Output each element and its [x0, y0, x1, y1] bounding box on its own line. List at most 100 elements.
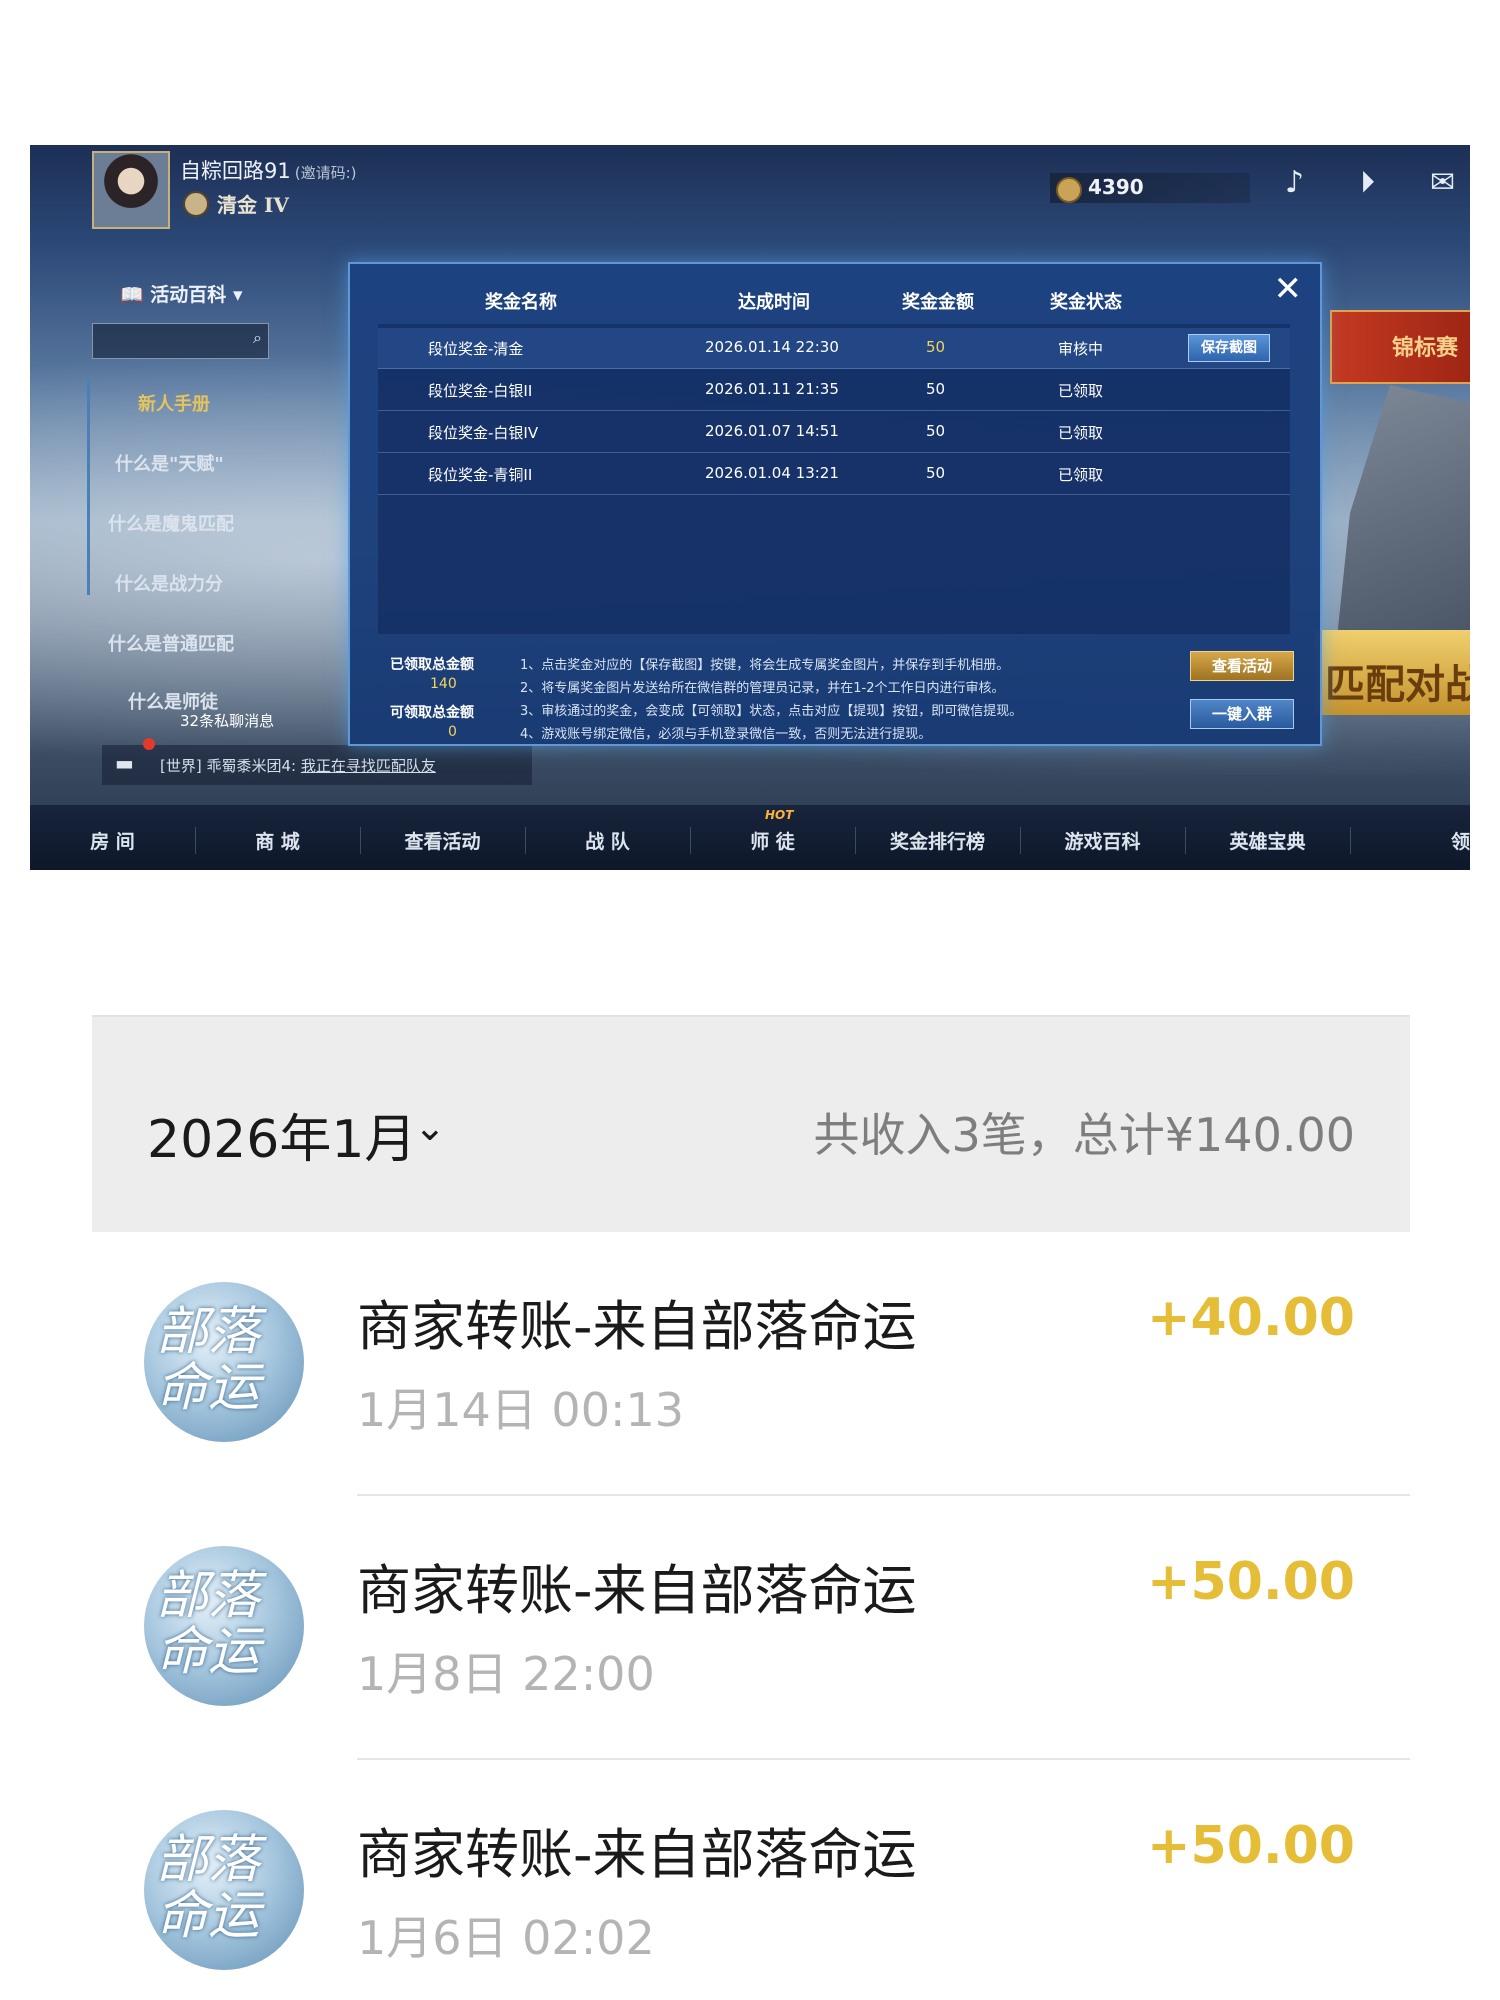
reward-time: 2026.01.11 21:35: [705, 380, 839, 398]
instruction-note: 1、点击奖金对应的【保存截图】按键，将会生成专属奖金图片，并保存到手机相册。: [520, 658, 1010, 673]
instruction-note: 3、审核通过的奖金，会变成【可领取】状态，点击对应【提现】按钮，即可微信提现。: [520, 704, 1023, 719]
mail-icon[interactable]: ✉: [1430, 165, 1455, 200]
transaction-time: 1月14日 00:13: [357, 1383, 684, 1437]
sidebar-title[interactable]: 📖 活动百科 ▾: [120, 280, 242, 307]
reward-name: 段位奖金-白银IV: [428, 424, 539, 442]
match-banner-text: 匹配对战: [1325, 661, 1470, 708]
nav-shop[interactable]: 商 城: [195, 827, 361, 854]
merchant-logo-text: 部落命运: [156, 1830, 261, 1946]
triangle-down-icon: ▾: [232, 284, 243, 306]
transaction-amount: +50.00: [1146, 1816, 1355, 1876]
bottom-nav: HOT 房 间 商 城 查看活动 战 队 师 徒 奖金排行榜 游戏百科 英雄宝典…: [30, 805, 1470, 870]
sidebar-item-newbie[interactable]: 新人手册: [138, 390, 210, 416]
nav-bonus-ranking[interactable]: 奖金排行榜: [855, 827, 1021, 854]
month-summary-header: 2026年1月 ⌄ 共收入3笔，总计¥140.00: [92, 1015, 1410, 1232]
list-item[interactable]: 部落命运 商家转账-来自部落命运 1月8日 22:00 +50.00: [92, 1496, 1410, 1760]
book-icon: 📖: [120, 284, 144, 306]
sidebar-search-input[interactable]: ⌕: [92, 323, 269, 359]
broadcast-icon[interactable]: ♪: [1285, 165, 1304, 200]
coin-count: 4390: [1088, 175, 1144, 199]
list-item[interactable]: 部落命运 商家转账-来自部落命运 1月6日 02:02 +50.00: [92, 1760, 1410, 2000]
reward-dialog: ✕ 奖金名称 达成时间 奖金金额 奖金状态 段位奖金-清金 2026.01.14…: [348, 262, 1322, 746]
reward-name: 段位奖金-清金: [428, 340, 524, 358]
sidebar-item-talent[interactable]: 什么是"天赋": [115, 450, 224, 476]
reward-amount: 50: [926, 380, 946, 398]
merchant-logo-text: 部落命运: [156, 1566, 261, 1682]
search-icon: ⌕: [253, 328, 262, 347]
nav-mentor[interactable]: 师 徒: [690, 827, 856, 854]
invite-code-label: (邀请码:): [294, 164, 357, 182]
reward-status: 已领取: [1058, 424, 1104, 442]
nav-room[interactable]: 房 间: [30, 827, 196, 854]
sidebar-title-text: 活动百科: [150, 284, 227, 306]
reward-time: 2026.01.07 14:51: [705, 422, 839, 440]
transaction-time: 1月8日 22:00: [357, 1647, 655, 1701]
nav-hero-guide[interactable]: 英雄宝典: [1185, 827, 1351, 854]
sidebar-item-devil-match[interactable]: 什么是魔鬼匹配: [108, 510, 234, 536]
rank-icon: [183, 191, 209, 217]
table-row: 段位奖金-青铜II 2026.01.04 13:21 50 已领取: [378, 454, 1290, 495]
sidebar-scroll-indicator: [87, 380, 90, 595]
table-row: 段位奖金-清金 2026.01.14 22:30 50 审核中 保存截图: [378, 328, 1290, 369]
reward-status: 已领取: [1058, 466, 1104, 484]
transaction-time: 1月6日 02:02: [357, 1911, 655, 1965]
claimed-total-value: 140: [430, 676, 457, 692]
merchant-logo: 部落命运: [144, 1546, 304, 1706]
claimable-total-value: 0: [448, 724, 457, 740]
tournament-banner-text: 锦标赛: [1392, 336, 1459, 361]
play-icon[interactable]: ⏵: [1360, 165, 1375, 200]
rank-label: 清金 IV: [217, 193, 289, 217]
header-reward-status: 奖金状态: [1050, 292, 1122, 313]
month-selector[interactable]: 2026年1月: [147, 1097, 416, 1172]
close-icon[interactable]: ✕: [1274, 272, 1303, 306]
private-message-count[interactable]: 32条私聊消息: [180, 710, 274, 731]
header-reward-name: 奖金名称: [485, 292, 557, 313]
merchant-logo: 部落命运: [144, 1810, 304, 1970]
view-activity-button[interactable]: 查看活动: [1190, 651, 1294, 681]
transaction-title: 商家转账-来自部落命运: [357, 1295, 917, 1358]
nav-view-activity[interactable]: 查看活动: [360, 827, 526, 854]
hot-badge: HOT: [765, 808, 794, 822]
coin-icon: [1056, 177, 1082, 203]
game-screenshot: 自粽回路91 (邀请码:) 清金 IV 4390 ♪ ⏵ ✉ 📖 活动百科 ▾ ⌕…: [30, 145, 1470, 870]
reward-time: 2026.01.14 22:30: [705, 338, 839, 356]
merchant-logo: 部落命运: [144, 1282, 304, 1442]
notification-dot: [143, 738, 155, 750]
header-achieved-time: 达成时间: [738, 292, 810, 313]
reward-amount: 50: [926, 422, 946, 440]
nav-team[interactable]: 战 队: [525, 827, 691, 854]
chat-text: 我正在寻找匹配队友: [300, 757, 436, 775]
chat-sender: [世界] 乖蜀黍米团4:: [160, 757, 297, 775]
income-summary: 共收入3笔，总计¥140.00: [813, 1108, 1356, 1162]
nav-game-wiki[interactable]: 游戏百科: [1020, 827, 1186, 854]
player-avatar[interactable]: [92, 151, 170, 229]
transaction-title: 商家转账-来自部落命运: [357, 1823, 917, 1886]
tournament-banner[interactable]: 锦标赛: [1330, 310, 1470, 384]
transaction-title: 商家转账-来自部落命运: [357, 1559, 917, 1622]
list-item[interactable]: 部落命运 商家转账-来自部落命运 1月14日 00:13 +40.00: [92, 1232, 1410, 1496]
reward-name: 段位奖金-青铜II: [428, 466, 533, 484]
header-reward-amount: 奖金金额: [902, 292, 974, 313]
match-battle-banner[interactable]: 匹配对战: [1315, 630, 1470, 715]
reward-amount: 50: [926, 464, 946, 482]
reward-status: 审核中: [1058, 340, 1104, 358]
transaction-amount: +50.00: [1146, 1552, 1355, 1612]
save-screenshot-button[interactable]: 保存截图: [1188, 334, 1270, 362]
sidebar-item-normal-match[interactable]: 什么是普通匹配: [108, 630, 234, 656]
player-name: 自粽回路91 (邀请码:): [180, 155, 357, 185]
world-chat-message: [世界] 乖蜀黍米团4: 我正在寻找匹配队友: [160, 755, 436, 776]
sidebar-item-power[interactable]: 什么是战力分: [115, 570, 223, 596]
instruction-note: 2、将专属奖金图片发送给所在微信群的管理员记录，并在1-2个工作日内进行审核。: [520, 681, 1005, 696]
transaction-amount: +40.00: [1146, 1288, 1355, 1348]
reward-amount: 50: [926, 338, 946, 356]
chat-bubble-icon[interactable]: ▬: [115, 751, 134, 775]
chevron-down-icon[interactable]: ⌄: [414, 1105, 446, 1149]
nav-claim[interactable]: 领: [1350, 827, 1470, 854]
instruction-note: 4、游戏账号绑定微信，必须与手机登录微信一致，否则无法进行提现。: [520, 727, 932, 742]
table-row: 段位奖金-白银IV 2026.01.07 14:51 50 已领取: [378, 412, 1290, 453]
reward-time: 2026.01.04 13:21: [705, 464, 839, 482]
merchant-logo-text: 部落命运: [156, 1302, 261, 1418]
username-text: 自粽回路91: [180, 159, 291, 183]
join-group-button[interactable]: 一键入群: [1190, 699, 1294, 729]
reward-name: 段位奖金-白银II: [428, 382, 533, 400]
